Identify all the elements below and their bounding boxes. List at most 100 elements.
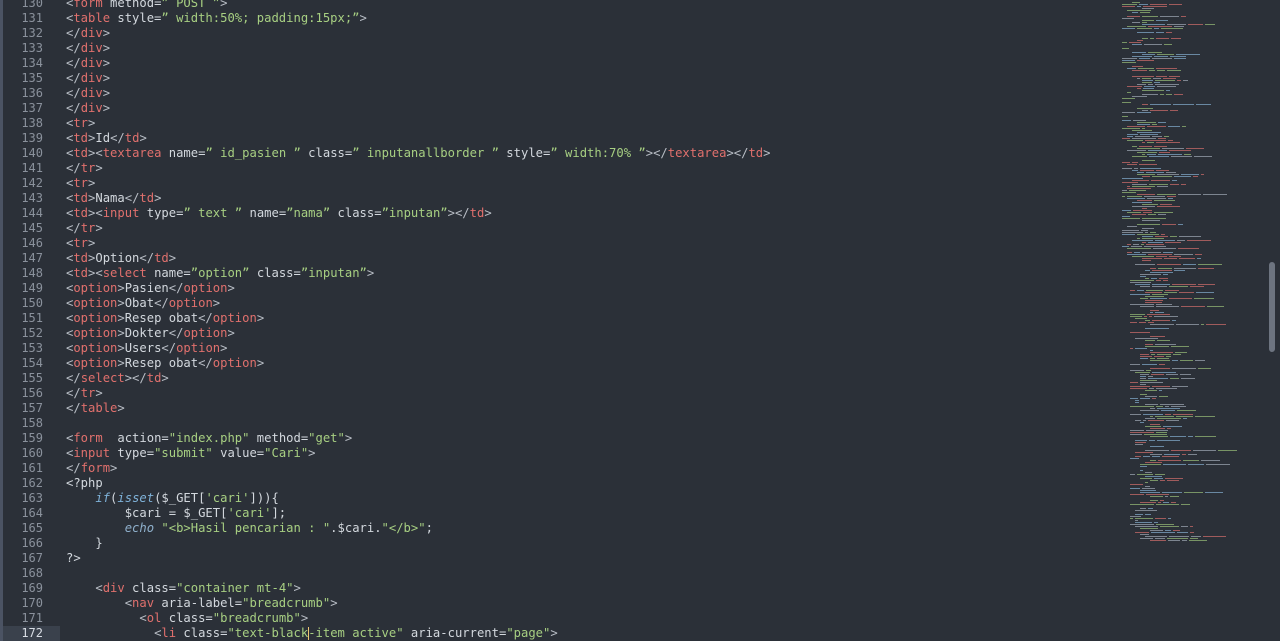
line-number-gutter[interactable]: 130 131 132 133 134 135 136 137 138 139 140 141 142 1… [3,0,60,641]
vertical-scrollbar[interactable] [1266,0,1280,641]
code-token: >< [88,206,103,220]
minimap-code-mark [1130,458,1139,459]
code-line[interactable]: if(isset($_GET['cari'])){ [66,491,278,506]
code-line[interactable]: $cari = $_GET['cari']; [66,506,286,521]
code-line[interactable]: <td><select name=”option” class=”inputan… [66,266,374,281]
minimap-code-mark [1142,128,1145,129]
code-line[interactable]: </tr> [66,161,103,176]
minimap-code-mark [1156,432,1167,433]
minimap-code-mark [1145,462,1162,463]
line-number: 164 [21,506,43,520]
code-line[interactable]: <form action="index.php" method="get"> [66,431,352,446]
code-token: form [80,461,111,475]
minimap-code-mark [1156,280,1161,281]
code-line[interactable]: <td>Nama</td> [66,191,161,206]
code-token: > [88,176,96,190]
code-token: if [95,491,111,505]
code-line[interactable]: <form method=” POST ”> [66,0,227,11]
code-line[interactable]: </form> [66,461,117,476]
minimap-code-mark [1165,406,1169,407]
code-line[interactable]: <option>Dokter</option> [66,326,235,341]
minimap-code-mark [1137,108,1153,109]
code-line[interactable]: <option>Resep obat</option> [66,311,264,326]
code-token: "Cari" [264,446,309,460]
code-token: div [80,101,103,115]
minimap-code-mark [1177,80,1181,81]
code-token: div [80,86,103,100]
code-line[interactable]: <nav aria-label="breadcrumb"> [66,596,338,611]
minimap-code-mark [1155,80,1175,81]
minimap-code-mark [1137,152,1157,153]
code-token: > [300,611,309,625]
code-editor[interactable]: 130 131 132 133 134 135 136 137 138 139 140 141 142 1… [0,0,1280,641]
minimap-code-mark [1142,8,1154,9]
minimap-code-mark [1162,492,1182,493]
code-line[interactable]: </table> [66,401,125,416]
code-line[interactable]: <table style=” width:50%; padding:15px;”… [66,11,367,26]
code-line[interactable]: <tr> [66,116,95,131]
scrollbar-thumb[interactable] [1269,262,1275,352]
code-token: ” inputanallborder ” [352,146,499,160]
code-line[interactable]: <div class="container mt-4"> [66,581,300,596]
code-line[interactable]: </tr> [66,221,103,236]
code-line[interactable]: </div> [66,86,110,101]
minimap-code-mark [1159,152,1170,153]
code-line[interactable]: <tr> [66,176,95,191]
line-number: 157 [21,401,43,415]
minimap-code-mark [1150,428,1165,429]
code-line[interactable]: <td><textarea name=” id_pasien ” class=”… [66,146,771,161]
minimap-code-mark [1144,196,1165,197]
line-number: 160 [21,446,43,460]
minimap-code-mark [1127,164,1137,165]
minimap-code-mark [1150,298,1167,299]
minimap-code-mark [1195,416,1215,417]
minimap-preview [1122,2,1237,541]
minimap-code-mark [1150,232,1156,233]
code-line[interactable]: </div> [66,41,110,56]
minimap-code-mark [1152,284,1170,285]
code-line[interactable]: </div> [66,56,110,71]
minimap-code-mark [1174,176,1191,177]
code-line[interactable]: <option>Users</option> [66,341,227,356]
code-line[interactable]: ?> [66,551,81,566]
minimap[interactable] [1118,0,1266,641]
code-line[interactable]: <option>Resep obat</option> [66,356,264,371]
code-line[interactable]: <tr> [66,236,95,251]
code-line[interactable]: <input type="submit" value="Cari"> [66,446,316,461]
minimap-code-mark [1154,478,1163,479]
code-line[interactable]: <option>Obat</option> [66,296,220,311]
code-token: "breadcrumb" [212,611,301,625]
code-line[interactable]: </div> [66,101,110,116]
code-line[interactable]: </select></td> [66,371,169,386]
code-line[interactable]: <td>Option</td> [66,251,176,266]
code-line[interactable]: <td><input type=” text ” name=”nama” cla… [66,206,492,221]
minimap-code-mark [1169,286,1188,287]
code-line[interactable]: } [66,536,102,551]
minimap-code-mark [1122,216,1130,217]
code-line[interactable]: </div> [66,71,110,86]
code-token: <?php [66,476,103,490]
minimap-code-mark [1159,390,1162,391]
code-token: 'cari' [227,506,272,520]
minimap-code-mark [1166,420,1179,421]
code-line[interactable]: </tr> [66,386,103,401]
code-area[interactable]: <form method=” POST ”> <table style=” wid… [60,0,1116,641]
code-line[interactable]: <td>Id</td> [66,131,147,146]
code-line[interactable]: <ol class="breadcrumb"> [66,611,308,626]
code-token: tr [73,236,89,250]
code-line[interactable]: <?php [66,476,103,491]
minimap-code-mark [1183,460,1199,461]
code-line[interactable]: echo "<b>Hasil pencarian : ".$cari."</b>… [66,521,433,536]
minimap-code-mark [1133,244,1139,245]
code-token: ”option” [190,266,250,280]
code-line[interactable]: <li class="text-black-item active" aria-… [66,626,558,641]
minimap-code-mark [1132,76,1154,77]
code-token: </ [110,131,125,145]
minimap-code-mark [1164,454,1180,455]
code-line[interactable]: <option>Pasien</option> [66,281,235,296]
minimap-code-mark [1205,492,1223,493]
minimap-code-mark [1184,492,1203,493]
minimap-code-mark [1179,258,1195,259]
code-token: > [359,11,367,25]
code-line[interactable]: </div> [66,26,110,41]
